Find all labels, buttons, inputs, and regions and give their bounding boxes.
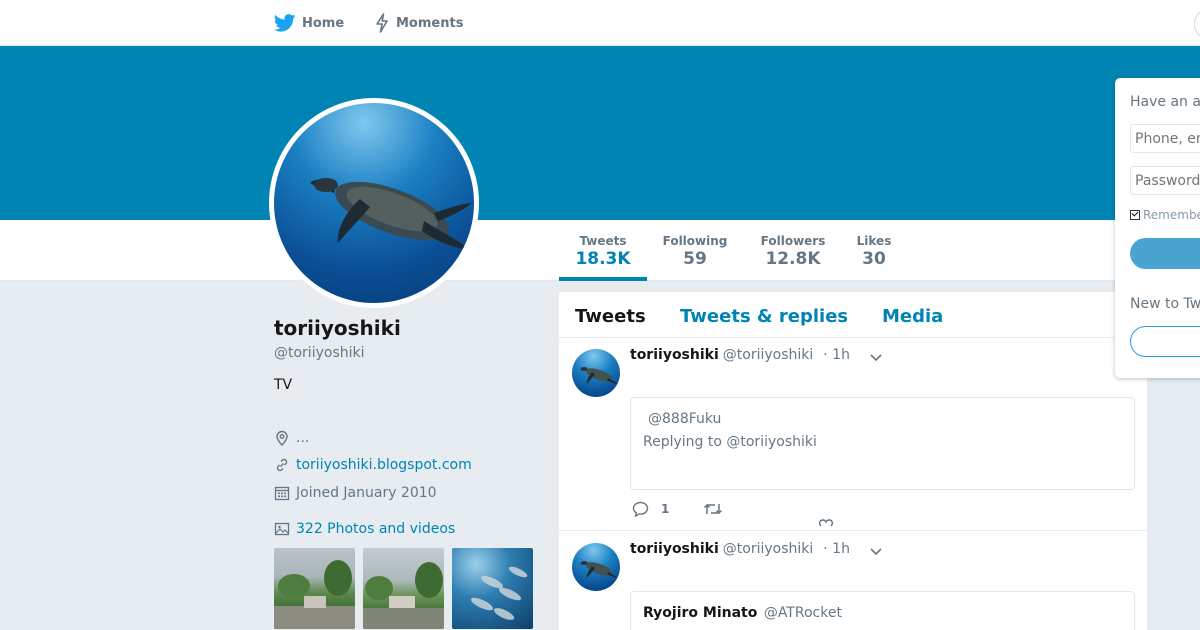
profile-url-link[interactable]: toriiyoshiki.blogspot.com [296, 457, 472, 473]
stat-following-value: 59 [683, 249, 707, 269]
heart-icon [819, 519, 833, 527]
nav-home[interactable]: Home [274, 12, 344, 34]
signup-button[interactable] [1130, 326, 1200, 357]
turtle-icon [580, 367, 619, 384]
stat-likes-value: 30 [862, 249, 886, 269]
quoted-mention: @888Fuku [648, 411, 722, 427]
trees-image [363, 562, 444, 629]
remember-me[interactable]: Remember [1130, 208, 1200, 222]
photo-thumbnail[interactable] [452, 548, 533, 629]
quoted-reply-context: Replying to @toriiyoshiki [643, 434, 817, 450]
profile-joined-text: Joined January 2010 [296, 485, 437, 501]
account-avatar-button[interactable] [1194, 8, 1200, 40]
nav-moments-label: Moments [396, 15, 464, 31]
active-stat-underline [559, 277, 647, 281]
timeline: Tweets Tweets & replies Media toriiyoshi… [559, 292, 1147, 630]
profile-handle[interactable]: @toriiyoshiki [274, 345, 365, 361]
like-button[interactable] [818, 519, 834, 527]
quoted-author-name: Ryojiro Minato [643, 605, 758, 621]
tab-tweets-replies[interactable]: Tweets & replies [680, 306, 848, 327]
profile-location: ... [274, 430, 309, 446]
reply-icon [632, 501, 649, 517]
tweet-actions: 1 [632, 501, 833, 527]
login-title: Have an a [1130, 94, 1200, 110]
photo-thumbnail[interactable] [274, 548, 355, 629]
tweet-author-handle[interactable]: @toriiyoshiki [723, 347, 814, 363]
quoted-tweet[interactable]: Ryojiro Minato @ATRocket [630, 591, 1135, 630]
tweet-timestamp[interactable]: · 1h [823, 541, 850, 557]
tweet-avatar[interactable] [572, 349, 620, 397]
stat-followers-value: 12.8K [765, 249, 821, 269]
profile-joined: Joined January 2010 [274, 485, 437, 501]
quoted-tweet[interactable]: @888Fuku Replying to @toriiyoshiki [630, 397, 1135, 490]
profile-bio: TV [274, 377, 293, 393]
login-phone-input[interactable] [1130, 124, 1200, 153]
tweet[interactable]: toriiyoshiki @toriiyoshiki · 1h Ryojiro … [559, 532, 1147, 630]
stat-followers[interactable]: Followers 12.8K [752, 234, 834, 269]
twitter-bird-icon [274, 14, 296, 32]
tab-media[interactable]: Media [882, 306, 943, 327]
tweet-header: toriiyoshiki @toriiyoshiki · 1h [630, 347, 850, 363]
nav-moments[interactable]: Moments [374, 12, 463, 34]
lightning-icon [376, 13, 388, 33]
chevron-down-icon[interactable] [869, 353, 883, 363]
quoted-author: Ryojiro Minato @ATRocket [643, 605, 842, 621]
login-password-input[interactable] [1130, 166, 1200, 195]
calendar-icon [274, 486, 290, 501]
tweet-avatar[interactable] [572, 543, 620, 591]
link-icon [276, 458, 288, 472]
remember-label: Remember [1143, 208, 1200, 222]
login-button[interactable] [1130, 238, 1200, 269]
login-dropdown: Have an a Remember New to Tw [1115, 78, 1200, 378]
image-icon [274, 522, 290, 536]
stat-tweets[interactable]: Tweets 18.3K [559, 234, 647, 269]
photos-videos-link[interactable]: 322 Photos and videos [274, 521, 455, 537]
stat-followers-label: Followers [760, 234, 826, 248]
tweet-timestamp[interactable]: · 1h [823, 347, 850, 363]
turtle-icon [580, 561, 619, 578]
tweet-author-name[interactable]: toriiyoshiki [630, 541, 719, 557]
profile-location-text: ... [296, 430, 310, 446]
retweet-button[interactable] [703, 502, 723, 516]
stat-following-label: Following [662, 234, 728, 248]
trees-image [274, 560, 355, 629]
new-to-twitter-label: New to Tw [1130, 296, 1200, 312]
stat-following[interactable]: Following 59 [654, 234, 736, 269]
profile-banner [0, 46, 1200, 220]
profile-name[interactable]: toriiyoshiki [274, 316, 401, 340]
photo-thumbnail[interactable] [363, 548, 444, 629]
stat-tweets-value: 18.3K [575, 249, 631, 269]
reply-count: 1 [661, 502, 670, 516]
quoted-author-handle: @ATRocket [763, 605, 842, 621]
retweet-icon [704, 503, 723, 515]
chevron-down-icon[interactable] [869, 547, 883, 557]
sea-turtle-image [274, 103, 474, 303]
tweet-header: toriiyoshiki @toriiyoshiki · 1h [630, 541, 850, 557]
stat-likes-label: Likes [856, 234, 892, 248]
stat-tweets-label: Tweets [579, 234, 627, 248]
tweet[interactable]: toriiyoshiki @toriiyoshiki · 1h @888Fuku… [559, 338, 1147, 531]
turtle-icon [310, 178, 472, 249]
tweet-author-name[interactable]: toriiyoshiki [630, 347, 719, 363]
tab-tweets[interactable]: Tweets [575, 306, 646, 327]
top-nav: Home Moments [0, 0, 1200, 46]
timeline-tabs: Tweets Tweets & replies Media [559, 292, 1147, 338]
fish-school-image [470, 566, 528, 620]
stat-likes[interactable]: Likes 30 [850, 234, 898, 269]
profile-avatar[interactable] [269, 98, 479, 308]
profile-url[interactable]: toriiyoshiki.blogspot.com [274, 457, 472, 473]
location-pin-icon [276, 430, 288, 446]
reply-button[interactable]: 1 [632, 501, 669, 517]
tweet-author-handle[interactable]: @toriiyoshiki [723, 541, 814, 557]
nav-home-label: Home [302, 15, 345, 31]
photos-videos-label[interactable]: 322 Photos and videos [296, 521, 455, 537]
remember-checkbox[interactable] [1130, 210, 1140, 220]
